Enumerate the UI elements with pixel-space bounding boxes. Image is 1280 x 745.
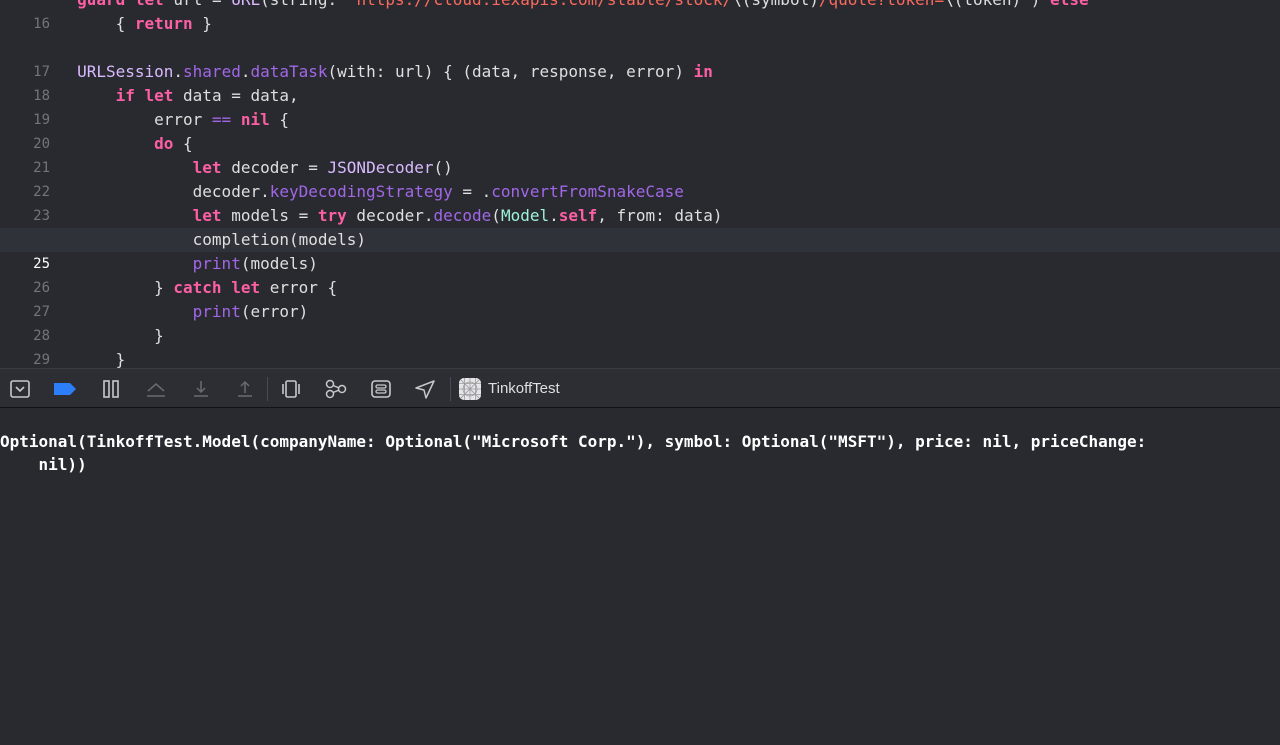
simulate-location-icon[interactable] xyxy=(413,377,437,401)
code-text: print(models) xyxy=(192,254,318,273)
code-text: let decoder = JSONDecoder() xyxy=(192,158,453,177)
code-line[interactable]: 28 print(error) xyxy=(0,300,1280,344)
step-over-icon[interactable] xyxy=(144,377,168,401)
code-text: let models = try decoder.decode(Model.se… xyxy=(192,206,723,225)
code-line[interactable]: 19 if let data = data, xyxy=(0,84,1280,128)
pause-icon[interactable] xyxy=(99,377,123,401)
app-target-icon[interactable] xyxy=(459,378,481,400)
code-text: do { xyxy=(154,134,193,153)
hide-debug-area-icon[interactable] xyxy=(8,377,32,401)
code-text: } xyxy=(0,350,126,368)
source-editor[interactable]: 16 guard let url = URL(string: "https://… xyxy=(0,0,1280,368)
code-line[interactable]: { return } xyxy=(0,12,1280,36)
debug-bar: TinkoffTest xyxy=(0,368,1280,408)
code-line[interactable]: 26 print(models) xyxy=(0,252,1280,296)
step-into-icon[interactable] xyxy=(189,377,213,401)
code-text: completion(models) xyxy=(0,230,367,249)
code-line[interactable]: 22 let decoder = JSONDecoder() xyxy=(0,156,1280,200)
code-text: } xyxy=(0,326,164,345)
toolbar-separator xyxy=(267,377,268,401)
step-out-icon[interactable] xyxy=(233,377,257,401)
code-text: guard let url = URL(string: "https://clo… xyxy=(0,0,1089,12)
code-line[interactable]: 24 let models = try decoder.decode(Model… xyxy=(0,204,1280,248)
code-line[interactable]: 20 error == nil { xyxy=(0,108,1280,152)
code-text: print(error) xyxy=(192,302,309,321)
console-output: Optional(TinkoffTest.Model(companyName: … xyxy=(0,432,1147,474)
view-hierarchy-icon[interactable] xyxy=(279,377,303,401)
code-text: if let data = data, xyxy=(115,86,299,105)
code-line[interactable]: 30 } xyxy=(0,348,1280,368)
code-line[interactable]: 18 URLSession.shared.dataTask(with: url)… xyxy=(0,60,1280,104)
breakpoints-toggle-icon[interactable] xyxy=(53,377,77,401)
code-line[interactable]: 29 } xyxy=(0,324,1280,368)
code-line[interactable]: 27 } catch let error { xyxy=(0,276,1280,320)
toolbar-separator xyxy=(450,377,451,401)
memory-graph-icon[interactable] xyxy=(324,377,348,401)
code-text: error == nil { xyxy=(0,110,289,129)
code-line[interactable]: 17 xyxy=(0,36,1280,80)
code-text: decoder.keyDecodingStrategy = .convertFr… xyxy=(0,182,684,201)
code-line-current[interactable]: 25 completion(models) xyxy=(0,228,1280,272)
code-line[interactable]: 23 decoder.keyDecodingStrategy = .conver… xyxy=(0,180,1280,224)
code-text: URLSession.shared.dataTask(with: url) { … xyxy=(77,62,713,81)
code-text: { return } xyxy=(0,14,212,33)
code-text: } catch let error { xyxy=(0,278,338,297)
target-name[interactable]: TinkoffTest xyxy=(488,379,560,399)
code-line[interactable]: 21 do { xyxy=(0,132,1280,176)
code-line[interactable]: 16 guard let url = URL(string: "https://… xyxy=(0,0,1280,32)
environment-overrides-icon[interactable] xyxy=(369,377,393,401)
console-area[interactable]: Optional(TinkoffTest.Model(companyName: … xyxy=(0,408,1280,745)
